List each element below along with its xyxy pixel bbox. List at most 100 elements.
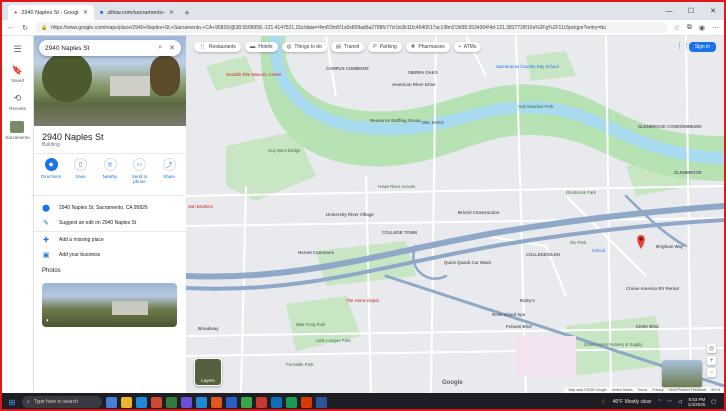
taskbar-app-icon[interactable] — [121, 396, 132, 408]
category-chips: 🍴 Restaurants ▬ Hotels ◍ Things to do ▤ Tran… — [194, 42, 482, 52]
taskbar-app-icon[interactable] — [271, 396, 282, 408]
rail-item-saved[interactable]: 🔖 Saved — [11, 65, 24, 83]
chip-hotels[interactable]: ▬ Hotels — [244, 42, 278, 52]
suggest-edit-text: Suggest an edit on 2940 Naples St — [59, 220, 137, 226]
share-button[interactable]: ⤴ Share — [156, 158, 182, 184]
volume-icon[interactable]: ◁ — [678, 399, 682, 405]
layers-button[interactable]: Layers — [194, 358, 222, 386]
lock-icon: 🔒 — [41, 24, 48, 31]
taskbar-app-icon[interactable] — [316, 396, 327, 408]
street-view-preview[interactable] — [662, 360, 702, 388]
chip-transit[interactable]: ▤ Transit — [330, 42, 365, 52]
new-tab-button[interactable]: + — [180, 5, 194, 20]
search-input[interactable]: 2940 Naples St — [45, 45, 151, 52]
taskbar-app-icon[interactable] — [286, 396, 297, 408]
search-box[interactable]: 2940 Naples St ⌕ ✕ — [39, 40, 181, 56]
chip-restaurants[interactable]: 🍴 Restaurants — [194, 42, 241, 52]
taskbar-app-icon[interactable] — [196, 396, 207, 408]
taskbar-app-icon[interactable] — [301, 396, 312, 408]
footer-item[interactable]: Privacy — [652, 388, 663, 392]
extensions-icon[interactable]: ⧉ — [687, 24, 692, 32]
taskbar-app-icon[interactable] — [226, 396, 237, 408]
footer-item[interactable]: 500 ft — [711, 388, 720, 392]
apps-grid-icon[interactable]: ⋮⋮ — [676, 42, 690, 50]
chip-label: Transit — [344, 44, 360, 50]
back-button[interactable]: ← — [7, 24, 15, 31]
minimize-button[interactable]: — — [658, 2, 680, 20]
menu-icon[interactable]: ⋯ — [712, 24, 719, 32]
tab-google-maps[interactable]: ● 2940 Naples St - Google Maps ✕ — [8, 5, 94, 20]
windows-start-icon[interactable]: ⊞ — [6, 398, 18, 407]
map-label: Raley's — [520, 298, 535, 303]
refresh-button[interactable]: ↻ — [21, 24, 29, 32]
map-canvas[interactable]: CAMPUS COMMONS SIERRA OAKS DEL DAYO COLL… — [186, 36, 724, 393]
taskbar-app-icon[interactable] — [181, 396, 192, 408]
search-icon[interactable]: ⌕ — [158, 44, 162, 52]
pill-icon: ✚ — [410, 44, 416, 50]
map-label: The Home Depot — [346, 298, 379, 303]
footer-item[interactable]: Send Product Feedback — [669, 388, 707, 392]
chip-pharmacies[interactable]: ✚ Pharmacies — [405, 42, 450, 52]
star-icon[interactable]: ☆ — [674, 24, 680, 32]
chip-things-to-do[interactable]: ◍ Things to do — [281, 42, 327, 52]
save-button[interactable]: ▯ Save — [68, 158, 94, 184]
fork-knife-icon: 🍴 — [199, 44, 206, 50]
taskbar-app-icon[interactable] — [211, 396, 222, 408]
phone-icon: ▭ — [133, 158, 146, 171]
menu-button[interactable]: ☰ — [13, 44, 21, 55]
hero-house — [110, 76, 150, 96]
close-icon[interactable]: ✕ — [169, 9, 174, 16]
taskbar-app-icon[interactable] — [256, 396, 267, 408]
weather-text[interactable]: 46°F Mostly clear — [613, 399, 652, 405]
weather-icon[interactable]: ☾ — [602, 399, 606, 405]
rail-item-recents[interactable]: ⟲ Recents — [9, 93, 26, 111]
taskbar-app-icon[interactable] — [166, 396, 177, 408]
send-to-phone-button[interactable]: ▭ Send to phone — [127, 158, 153, 184]
clock[interactable]: 8:53 PM 1/4/2025 — [688, 397, 706, 408]
close-icon[interactable]: ✕ — [169, 44, 175, 52]
footer-item[interactable]: Terms — [638, 388, 648, 392]
taskbar-app-icon[interactable] — [106, 396, 117, 408]
sign-in-button[interactable]: Sign in — [688, 42, 716, 52]
tab-zillow[interactable]: ■ zillow.com/sacramento-ca/rentals ✕ — [94, 5, 180, 20]
nearby-button[interactable]: ◎ Nearby — [97, 158, 123, 184]
taskbar-search[interactable]: ⌕ Type here to search — [22, 396, 102, 408]
add-business-row[interactable]: ▣ Add your business — [42, 251, 100, 259]
map-label: Cruise America RV Rental — [626, 286, 679, 291]
wifi-icon[interactable]: ◠ — [668, 399, 672, 405]
chip-label: Parking — [379, 44, 397, 50]
profile-icon[interactable]: ◉ — [699, 24, 705, 32]
location-pin-marker — [637, 235, 645, 249]
map-label: San Brothers — [188, 204, 214, 209]
zoom-out-button[interactable]: − — [707, 368, 716, 377]
url-field[interactable]: 🔒 https://www.google.com/maps/place/2940… — [35, 22, 668, 33]
notification-icon[interactable]: ▢ — [711, 399, 716, 405]
place-photo[interactable]: ◐ — [42, 283, 177, 327]
address-row[interactable]: ⬤ 2940 Naples St, Sacramento, CA 95826 — [42, 204, 148, 212]
footer-item[interactable]: United States — [612, 388, 633, 392]
zoom-in-button[interactable]: + — [707, 356, 716, 365]
my-location-button[interactable]: ◎ — [707, 344, 716, 353]
add-missing-place-row[interactable]: ✚ Add a missing place — [42, 236, 104, 244]
taskbar-app-icon[interactable] — [136, 396, 147, 408]
chip-atms[interactable]: ▪ ATMs — [453, 42, 482, 52]
taskbar-app-icon[interactable] — [151, 396, 162, 408]
rail-item-sacramento[interactable]: Sacramento — [5, 121, 30, 140]
place-category: Building — [42, 142, 60, 148]
recent-place-thumbnail — [10, 121, 25, 133]
directions-button[interactable]: ◆ Directions — [38, 158, 64, 184]
suggest-edit-row[interactable]: ✎ Suggest an edit on 2940 Naples St — [42, 219, 136, 227]
map-label: Brigham Way — [656, 244, 684, 249]
map-label: Broadway — [198, 326, 219, 331]
chip-parking[interactable]: P Parking — [368, 42, 402, 52]
taskbar-app-icon[interactable] — [241, 396, 252, 408]
chevron-up-icon[interactable]: ⌃ — [657, 399, 661, 405]
add-place-icon: ✚ — [43, 237, 49, 244]
maximize-button[interactable]: ☐ — [680, 2, 702, 20]
map-label: Dix Park — [570, 240, 587, 245]
close-window-button[interactable]: ✕ — [702, 2, 724, 20]
close-icon[interactable]: ✕ — [83, 9, 88, 16]
maps-favicon-icon: ● — [14, 9, 18, 16]
street-view-icon: ◐ — [46, 318, 50, 324]
camera-icon: ◍ — [286, 44, 292, 50]
